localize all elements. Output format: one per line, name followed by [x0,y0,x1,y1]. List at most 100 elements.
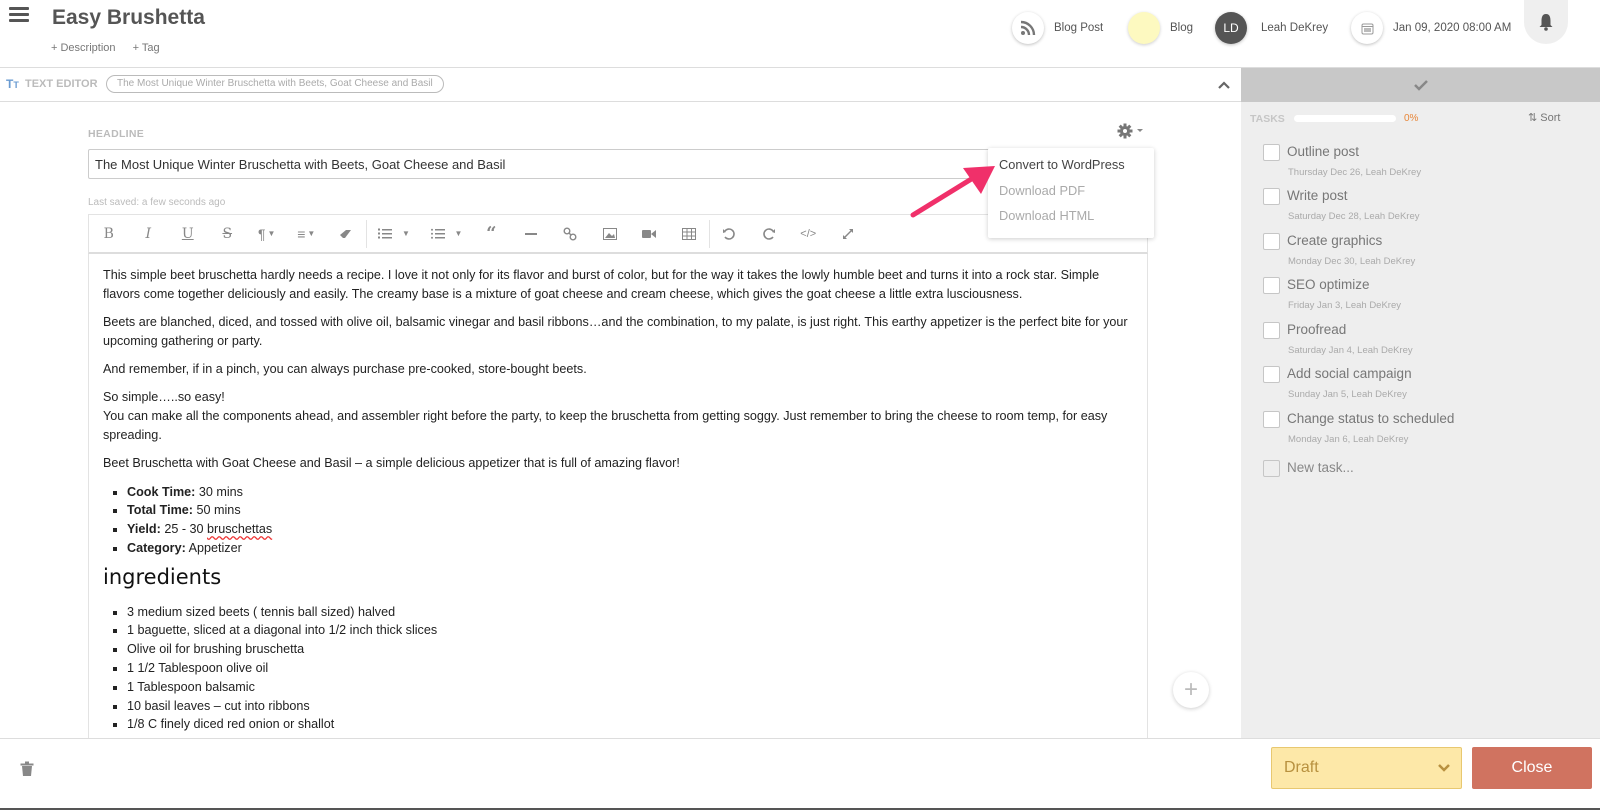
detail-item: Cook Time: 30 mins [127,483,1133,502]
undo-icon [723,227,736,240]
settings-dropdown-menu: Convert to WordPress Download PDF Downlo… [988,148,1154,238]
channel-selector[interactable]: Blog [1128,12,1193,44]
image-button[interactable] [590,215,630,253]
tasks-progress-bar [1294,115,1396,122]
hamburger-menu-icon[interactable] [9,7,29,23]
close-button[interactable]: Close [1472,747,1592,789]
task-checkbox[interactable] [1263,277,1280,294]
ingredient-item: 3 medium sized beets ( tennis ball sized… [127,603,1133,622]
ingredient-item: 1 Tablespoon balsamic [127,678,1133,697]
checkmark-icon [1413,80,1428,91]
task-name[interactable]: Add social campaign [1287,366,1412,381]
tasks-panel: TASKS 0% ⇅ Sort Outline post Thursday De… [1241,102,1600,738]
bold-button[interactable]: B [89,215,129,253]
clear-formatting-button[interactable] [326,215,366,253]
link-button[interactable] [551,215,591,253]
detail-item: Yield: 25 - 30 bruschettas [127,520,1133,539]
detail-value: 50 mins [193,503,241,518]
last-saved-status: Last saved: a few seconds ago [88,197,226,208]
headline-input[interactable] [88,149,1000,179]
editor-content[interactable]: This simple beet bruschetta hardly needs… [88,254,1148,738]
caret-down-icon [1137,129,1143,132]
paragraph-format-button[interactable]: ¶ ▼ [247,215,287,253]
task-checkbox[interactable] [1263,233,1280,250]
detail-label: Category: [127,541,186,556]
settings-gear-button[interactable] [1117,122,1145,140]
undo-button[interactable] [710,215,750,253]
add-tag-link[interactable]: + Tag [133,42,160,54]
paragraph: This simple beet bruschetta hardly needs… [103,268,1100,301]
expand-icon [842,228,853,239]
content-type-selector[interactable]: Blog Post [1012,12,1103,44]
date-label: Jan 09, 2020 08:00 AM [1393,22,1512,34]
quote-button[interactable]: “ [472,215,512,253]
ingredient-item: 10 basil leaves – cut into ribbons [127,697,1133,716]
task-checkbox[interactable] [1263,411,1280,428]
ingredients-heading: ingredients [103,564,222,589]
detail-label: Total Time: [127,503,194,518]
task-checkbox[interactable] [1263,322,1280,339]
ingredient-item: 1 1/2 Tablespoon olive oil [127,659,1133,678]
owner-name: Leah DeKrey [1261,22,1329,34]
detail-label: Cook Time: [127,484,196,499]
horizontal-rule-button[interactable] [511,215,551,253]
new-task-input[interactable]: New task... [1287,460,1354,475]
underline-button[interactable]: U [168,215,208,253]
rss-icon [1012,12,1044,44]
italic-button[interactable]: I [129,215,169,253]
sort-button[interactable]: ⇅ Sort [1528,111,1560,124]
misspelled-word: bruschettas [207,522,273,537]
video-button[interactable] [630,215,670,253]
strikethrough-button[interactable]: S [208,215,248,253]
ingredient-item: 1 baguette, sliced at a diagonal into 1/… [127,621,1133,640]
task-checkbox[interactable] [1263,144,1280,161]
notifications-bell-icon[interactable] [1524,0,1568,44]
align-button[interactable]: ≡ ▼ [287,215,327,253]
add-block-button[interactable]: + [1173,672,1209,708]
paragraph: Beets are blanched, diced, and tossed wi… [103,315,1128,348]
link-icon [563,227,577,240]
text-editor-label: TEXT EDITOR [25,78,98,90]
fullscreen-button[interactable] [828,215,868,253]
paragraph: Beet Bruschetta with Goat Cheese and Bas… [103,456,680,471]
menu-item-download-html[interactable]: Download HTML [988,206,1154,232]
sort-icon: ⇅ [1528,112,1538,124]
detail-value: 25 - 30 [160,522,208,537]
task-name[interactable]: Write post [1287,188,1348,203]
ordered-list-button[interactable]: ▼ [367,215,422,253]
detail-value: Appetizer [185,541,242,556]
detail-value: 30 mins [195,484,243,499]
headline-chip: The Most Unique Winter Bruschetta with B… [106,75,444,93]
task-checkbox[interactable] [1263,188,1280,205]
detail-item: Category: Appetizer [127,539,1133,558]
task-name[interactable]: SEO optimize [1287,277,1370,292]
headline-label: HEADLINE [88,128,145,140]
menu-item-convert-to-wordpress[interactable]: Convert to WordPress [988,155,1154,181]
eraser-icon [339,229,351,238]
task-name[interactable]: Change status to scheduled [1287,411,1454,426]
task-name[interactable]: Create graphics [1287,233,1382,248]
task-name[interactable]: Outline post [1287,144,1359,159]
redo-button[interactable] [749,215,789,253]
collapse-chevron-up-icon[interactable] [1217,77,1231,91]
menu-item-download-pdf[interactable]: Download PDF [988,181,1154,207]
add-description-link[interactable]: + Description [51,42,116,54]
table-button[interactable] [669,215,709,253]
channel-color-swatch [1128,12,1160,44]
paragraph-line: So simple…..so easy! [103,390,225,405]
content-type-label: Blog Post [1054,22,1104,34]
ingredients-list: 3 medium sized beets ( tennis ball sized… [127,603,1133,735]
calendar-icon [1351,12,1383,44]
task-name[interactable]: Proofread [1287,322,1346,337]
unordered-list-button[interactable]: ▼ [422,215,472,253]
tasks-header[interactable] [1241,68,1600,102]
text-editor-bar: TT TEXT EDITOR The Most Unique Winter Br… [0,68,1241,102]
task-meta: Friday Jan 3, Leah DeKrey [1288,300,1402,311]
owner-selector[interactable]: LD Leah DeKrey [1215,12,1328,44]
code-view-button[interactable]: </> [789,215,829,253]
trash-icon[interactable] [20,761,34,777]
task-meta: Thursday Dec 26, Leah DeKrey [1288,167,1422,178]
date-selector[interactable]: Jan 09, 2020 08:00 AM [1351,12,1511,44]
status-select[interactable]: Draft [1271,747,1462,789]
task-checkbox[interactable] [1263,366,1280,383]
